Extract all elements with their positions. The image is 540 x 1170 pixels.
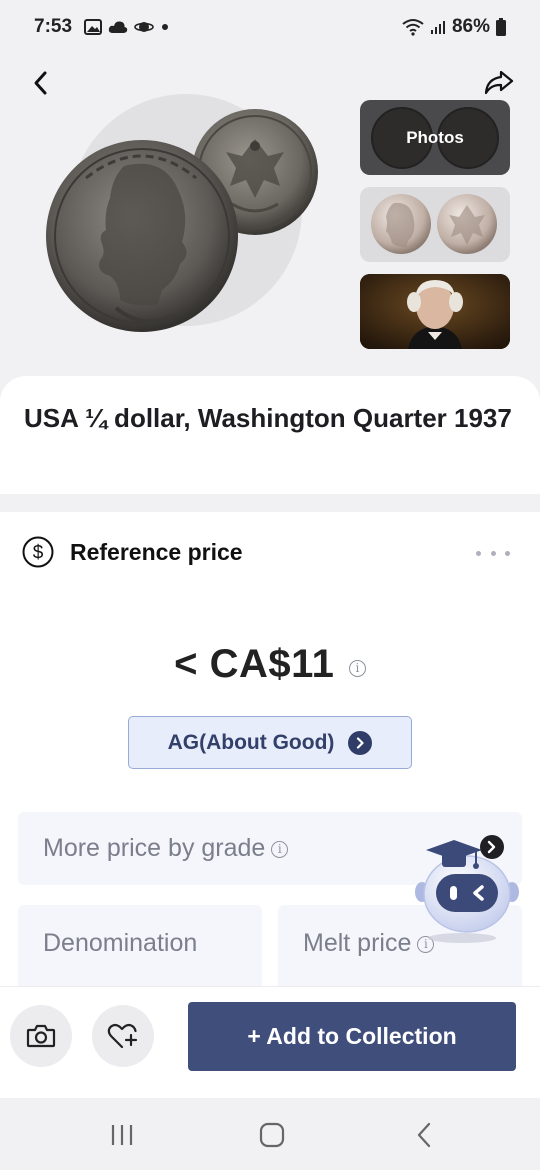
status-notification-icons: [84, 19, 170, 35]
reference-price-value: < CA$11: [174, 642, 335, 686]
info-icon[interactable]: i: [348, 660, 366, 678]
camera-button[interactable]: [10, 1005, 72, 1067]
signal-icon: [430, 21, 445, 34]
svg-text:$: $: [33, 543, 44, 564]
battery-icon: [496, 18, 506, 36]
back-icon: [417, 1122, 431, 1148]
wifi-icon: [402, 19, 424, 36]
more-options-button[interactable]: [476, 542, 510, 564]
coin-photo[interactable]: [46, 94, 326, 344]
battery-percent: 86%: [451, 16, 490, 37]
status-bar: 7:53 86%: [0, 0, 540, 58]
info-icon[interactable]: i: [271, 840, 289, 858]
favorite-button[interactable]: [92, 1005, 154, 1067]
home-button[interactable]: [252, 1120, 292, 1150]
bottom-action-bar: + Add to Collection: [0, 986, 540, 1098]
coin-obverse: [46, 140, 238, 332]
price-row: < CA$11 i: [0, 642, 540, 687]
coin-title: USA ¼ dollar, Washington Quarter 1937: [24, 403, 512, 433]
more-price-by-grade-row: More price by grade i: [43, 834, 289, 863]
heart-plus-icon: [107, 1023, 138, 1049]
denomination-label: Denomination: [43, 929, 198, 957]
washington-portrait-image: [360, 274, 510, 349]
more-price-by-grade-label: More price by grade: [43, 834, 266, 862]
gallery-icon: [84, 19, 102, 35]
reference-price-label: Reference price: [70, 539, 243, 565]
chevron-left-icon: [34, 71, 47, 95]
reference-coins-image: [371, 194, 497, 254]
planet-icon: [134, 22, 154, 32]
share-button[interactable]: [482, 66, 516, 100]
recent-apps-icon: [111, 1125, 133, 1145]
system-back-button[interactable]: [404, 1120, 444, 1150]
add-to-collection-button[interactable]: + Add to Collection: [188, 1002, 516, 1071]
robot-shadow: [428, 933, 496, 943]
melt-price-label: Melt price: [303, 929, 412, 957]
grade-label: AG(About Good): [167, 730, 335, 754]
chevron-right-icon: [348, 730, 373, 755]
recent-apps-button[interactable]: [102, 1120, 142, 1150]
grade-button[interactable]: AG(About Good): [128, 716, 412, 769]
denomination-card: Denomination: [18, 905, 262, 995]
status-system-icons: 86%: [402, 16, 506, 38]
thumbnail-photos-label: Photos: [406, 128, 464, 147]
status-time: 7:53: [34, 16, 73, 37]
dot-icon: [505, 550, 510, 556]
dot-icon: [490, 550, 496, 556]
share-icon: [484, 70, 514, 95]
thumbnail-photos[interactable]: Photos: [360, 100, 510, 175]
thumbnail-washington-portrait[interactable]: [360, 274, 510, 349]
coin-gallery: Photos: [0, 58, 540, 388]
dollar-circle-icon: $: [22, 536, 54, 568]
camera-icon: [26, 1024, 56, 1048]
thumbnail-reference-coins[interactable]: [360, 187, 510, 262]
dot-icon: [162, 24, 168, 30]
thumbnail-list: Photos: [360, 100, 510, 361]
dot-icon: [476, 550, 481, 556]
coin-title-card: USA ¼ dollar, Washington Quarter 1937: [0, 376, 540, 494]
cloud-icon: [108, 21, 128, 33]
system-navigation-bar: [0, 1098, 540, 1170]
robot-chevron-badge: [480, 835, 504, 859]
home-icon: [259, 1122, 285, 1148]
ai-assistant-robot-button[interactable]: [414, 834, 522, 946]
